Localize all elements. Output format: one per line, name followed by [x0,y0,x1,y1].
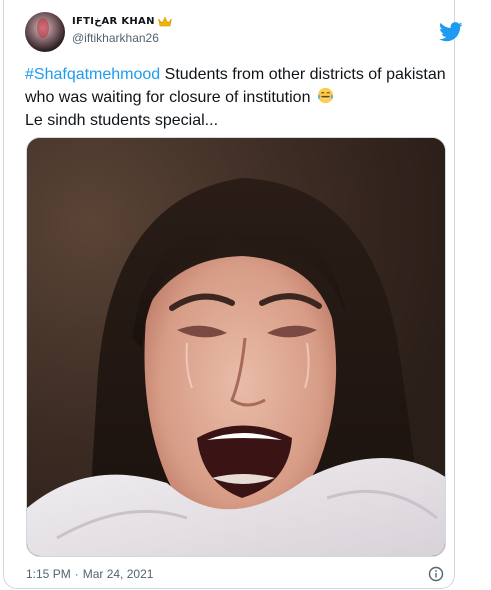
tweet-text: #Shafqatmehmood Students from other dist… [25,63,450,132]
tweet-time[interactable]: 1:15 PM [26,567,71,581]
avatar[interactable] [25,12,65,52]
hashtag-link[interactable]: #Shafqatmehmood [25,66,160,83]
crying-woman-photo [27,138,445,556]
author-names[interactable]: IFTIخAR KHAN @iftikharkhan26 [72,15,172,46]
tweet-header: IFTIخAR KHAN @iftikharkhan26 [22,10,463,54]
face-with-tears-of-joy-icon [317,87,334,104]
display-name[interactable]: IFTIخAR KHAN [72,15,172,29]
twitter-bird-icon[interactable] [439,22,463,42]
display-name-text[interactable]: IFTIخAR KHAN [72,15,155,29]
media-photo[interactable] [26,137,446,557]
tweet-date[interactable]: Mar 24, 2021 [83,567,154,581]
tweet-card: IFTIخAR KHAN @iftikharkhan26 #Shafqatmeh… [3,0,463,589]
timestamp[interactable]: 1:15 PM · Mar 24, 2021 [26,567,153,581]
info-icon[interactable] [428,566,444,582]
handle[interactable]: @iftikharkhan26 [72,30,172,46]
tweet-footer: 1:15 PM · Mar 24, 2021 [26,566,446,584]
tweet-text-part2: Le sindh students special... [25,112,219,129]
timestamp-separator: · [74,567,79,581]
crown-icon [157,17,172,27]
